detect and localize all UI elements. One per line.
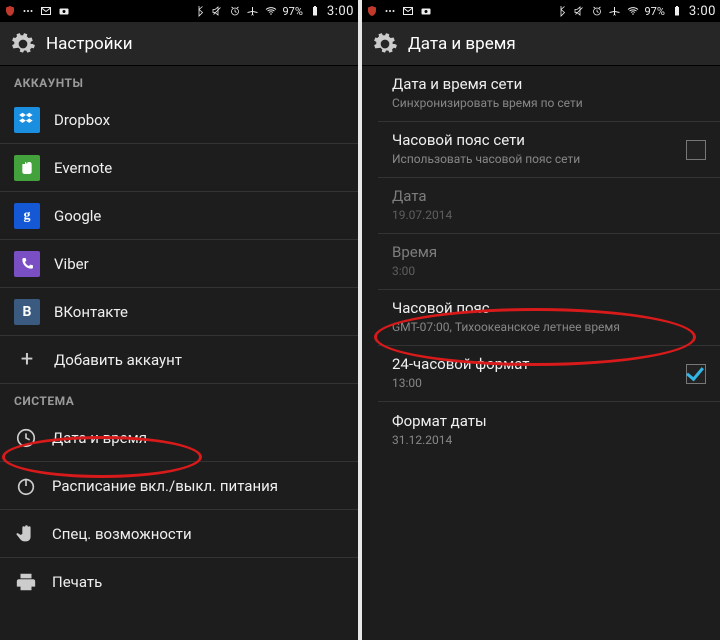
item-label: Печать: [52, 573, 102, 591]
checkbox-24hour[interactable]: [686, 364, 706, 384]
airplane-icon: [247, 5, 259, 17]
viber-icon: [14, 251, 40, 277]
row-secondary: 13:00: [392, 376, 672, 392]
row-secondary: Синхронизировать время по сети: [392, 96, 706, 112]
item-label: Расписание вкл./выкл. питания: [52, 477, 278, 495]
plus-icon: +: [14, 349, 40, 371]
row-secondary: Использовать часовой пояс сети: [392, 152, 672, 168]
phone-left: 97% 3:00 Настройки АККАУНТЫ Dropbox Ever…: [0, 0, 358, 640]
gear-icon: [372, 31, 398, 57]
camera-icon: [420, 5, 432, 17]
row-24hour[interactable]: 24-часовой формат 13:00: [378, 346, 720, 402]
clock-icon: [14, 426, 38, 450]
vk-icon: B: [14, 299, 40, 325]
battery-level: 97%: [645, 5, 665, 18]
dots-icon: [22, 5, 34, 17]
print-icon: [14, 570, 38, 594]
row-secondary: 31.12.2014: [392, 433, 706, 449]
dots-icon: [384, 5, 396, 17]
phone-right: 97% 3:00 Дата и время Дата и время сети …: [362, 0, 720, 640]
dropbox-icon: [14, 107, 40, 133]
shield-icon: [366, 5, 378, 17]
add-account-label: Добавить аккаунт: [54, 351, 182, 369]
item-label: Спец. возможности: [52, 525, 192, 543]
camera-icon: [58, 5, 70, 17]
page-title: Настройки: [46, 34, 133, 54]
account-label: Evernote: [54, 159, 112, 177]
shield-icon: [4, 5, 16, 17]
mail-icon: [402, 5, 414, 17]
clock: 3:00: [327, 4, 354, 19]
airplane-icon: [609, 5, 621, 17]
battery-icon: [671, 5, 683, 17]
row-secondary: 3:00: [392, 264, 706, 280]
status-bar: 97% 3:00: [362, 0, 720, 22]
mute-icon: [211, 5, 223, 17]
evernote-icon: [14, 155, 40, 181]
row-network-time[interactable]: Дата и время сети Синхронизировать время…: [378, 66, 720, 122]
row-primary: 24-часовой формат: [392, 355, 672, 374]
row-primary: Дата и время сети: [392, 75, 706, 94]
account-label: Viber: [54, 255, 89, 273]
battery-level: 97%: [283, 5, 303, 18]
account-viber[interactable]: Viber: [0, 240, 358, 288]
account-label: Google: [54, 207, 101, 225]
row-date-format[interactable]: Формат даты 31.12.2014: [378, 402, 720, 458]
account-dropbox[interactable]: Dropbox: [0, 96, 358, 144]
row-secondary: 19.07.2014: [392, 208, 706, 224]
row-primary: Часовой пояс: [392, 299, 706, 318]
system-date-time[interactable]: Дата и время: [0, 414, 358, 462]
datetime-list[interactable]: Дата и время сети Синхронизировать время…: [362, 66, 720, 640]
wifi-icon: [627, 5, 639, 17]
account-label: ВКонтакте: [54, 303, 128, 321]
row-date[interactable]: Дата 19.07.2014: [378, 178, 720, 234]
account-evernote[interactable]: Evernote: [0, 144, 358, 192]
alarm-icon: [591, 5, 603, 17]
system-accessibility[interactable]: Спец. возможности: [0, 510, 358, 558]
section-accounts: АККАУНТЫ: [0, 66, 358, 96]
wifi-icon: [265, 5, 277, 17]
system-power-schedule[interactable]: Расписание вкл./выкл. питания: [0, 462, 358, 510]
hand-icon: [14, 522, 38, 546]
section-system: СИСТЕМА: [0, 384, 358, 414]
bluetooth-icon: [193, 5, 205, 17]
bluetooth-icon: [555, 5, 567, 17]
row-primary: Дата: [392, 187, 706, 206]
power-icon: [14, 474, 38, 498]
system-printing[interactable]: Печать: [0, 558, 358, 606]
account-vk[interactable]: B ВКонтакте: [0, 288, 358, 336]
mute-icon: [573, 5, 585, 17]
row-timezone[interactable]: Часовой пояс GMT-07:00, Тихоокеанское ле…: [378, 290, 720, 346]
row-time[interactable]: Время 3:00: [378, 234, 720, 290]
row-secondary: GMT-07:00, Тихоокеанское летнее время: [392, 320, 706, 336]
alarm-icon: [229, 5, 241, 17]
settings-list[interactable]: АККАУНТЫ Dropbox Evernote g Google Viber…: [0, 66, 358, 640]
add-account[interactable]: + Добавить аккаунт: [0, 336, 358, 384]
google-icon: g: [14, 203, 40, 229]
row-primary: Часовой пояс сети: [392, 131, 672, 150]
row-network-timezone[interactable]: Часовой пояс сети Использовать часовой п…: [378, 122, 720, 178]
item-label: Дата и время: [52, 429, 147, 447]
battery-icon: [309, 5, 321, 17]
account-google[interactable]: g Google: [0, 192, 358, 240]
row-primary: Формат даты: [392, 412, 706, 431]
action-bar: Настройки: [0, 22, 358, 66]
status-bar: 97% 3:00: [0, 0, 358, 22]
checkbox-network-timezone[interactable]: [686, 140, 706, 160]
action-bar: Дата и время: [362, 22, 720, 66]
page-title: Дата и время: [408, 34, 516, 54]
mail-icon: [40, 5, 52, 17]
row-primary: Время: [392, 243, 706, 262]
clock: 3:00: [689, 4, 716, 19]
gear-icon: [10, 31, 36, 57]
account-label: Dropbox: [54, 111, 110, 129]
